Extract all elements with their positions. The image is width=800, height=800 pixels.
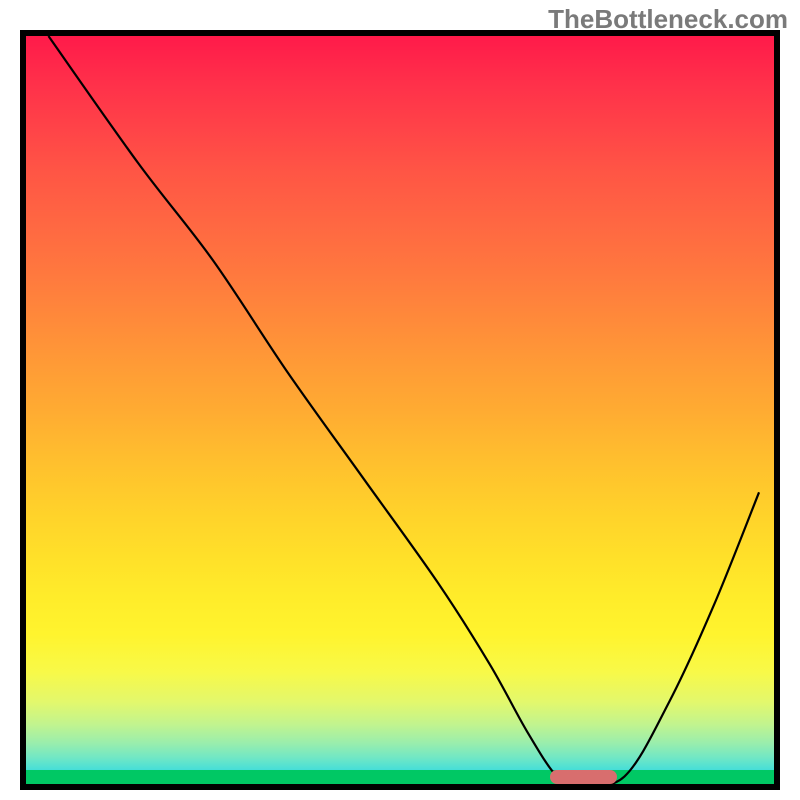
plot-area: [26, 36, 774, 784]
bottleneck-curve: [26, 36, 774, 784]
chart-canvas: TheBottleneck.com: [0, 0, 800, 800]
optimal-point-marker: [550, 770, 617, 784]
plot-frame: [20, 30, 780, 790]
